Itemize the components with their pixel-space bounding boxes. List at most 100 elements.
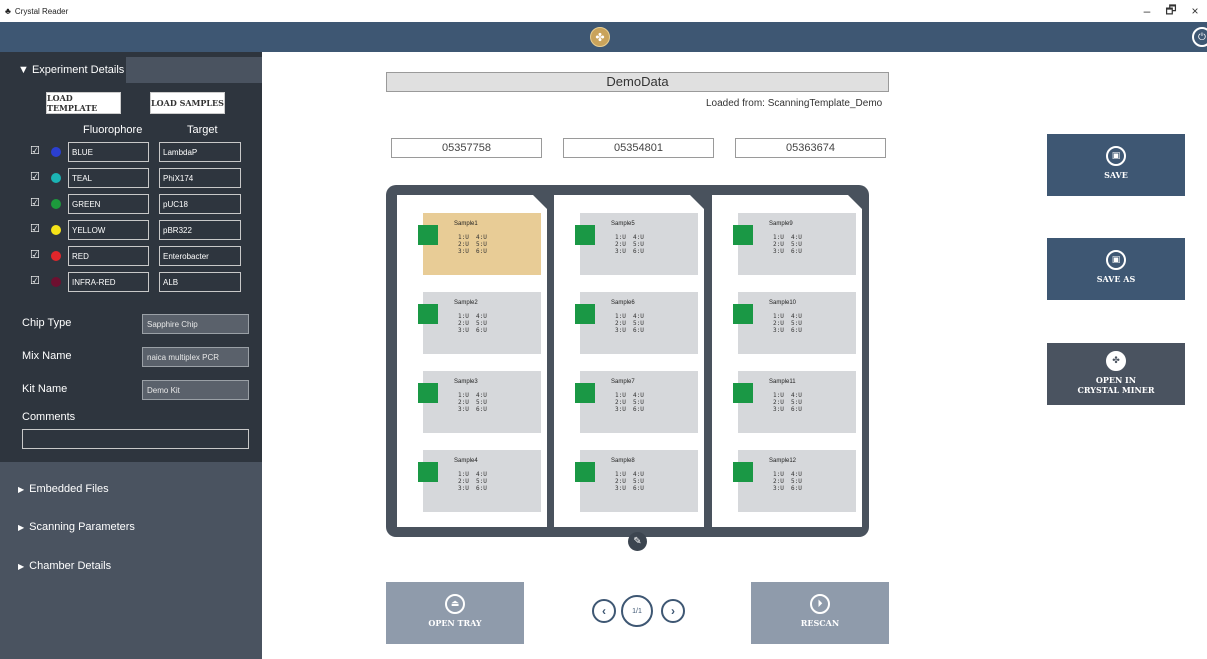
sample-chamber-card[interactable]: Sample2 1:U 4:U 2:U 5:U 3:U 6:U bbox=[423, 292, 541, 354]
fluorophore-color-dot bbox=[51, 225, 61, 235]
chamber-cell-list: 1:U 4:U 2:U 5:U 3:U 6:U bbox=[615, 234, 644, 255]
sample-chamber-card[interactable]: Sample3 1:U 4:U 2:U 5:U 3:U 6:U bbox=[423, 371, 541, 433]
chip-type-field[interactable]: Sapphire Chip bbox=[142, 314, 249, 334]
chip-id-field[interactable]: 05354801 bbox=[563, 138, 714, 158]
edit-pen-icon[interactable]: ✎ bbox=[628, 532, 647, 551]
save-as-button[interactable]: ▣ SAVE AS bbox=[1047, 238, 1185, 300]
fluorophore-name-field[interactable]: BLUE bbox=[68, 142, 149, 162]
section-chamber-details[interactable]: ▶ Chamber Details bbox=[18, 560, 111, 572]
chamber-status-square bbox=[733, 462, 753, 482]
kit-name-label: Kit Name bbox=[22, 383, 68, 395]
sample-chamber-card[interactable]: Sample7 1:U 4:U 2:U 5:U 3:U 6:U bbox=[580, 371, 698, 433]
save-as-label: SAVE AS bbox=[1096, 274, 1136, 284]
fluorophore-row: ☑ INFRA-RED ALB bbox=[0, 272, 262, 292]
chamber-status-square bbox=[418, 383, 438, 403]
sample-chamber-card[interactable]: Sample12 1:U 4:U 2:U 5:U 3:U 6:U bbox=[738, 450, 856, 512]
load-samples-button[interactable]: LOAD SAMPLES bbox=[150, 92, 225, 114]
chip-id-field[interactable]: 05363674 bbox=[735, 138, 886, 158]
chamber-status-square bbox=[575, 225, 595, 245]
sample-name: Sample3 bbox=[454, 379, 478, 385]
open-in-crystal-miner-button[interactable]: ✤ OPEN IN CRYSTAL MINER bbox=[1047, 343, 1185, 405]
sample-name: Sample10 bbox=[769, 300, 797, 306]
target-field[interactable]: pBR322 bbox=[159, 220, 241, 240]
chip-2[interactable]: Sample5 1:U 4:U 2:U 5:U 3:U 6:U Sample6 1:U… bbox=[554, 195, 704, 527]
tab-strip-filler bbox=[126, 57, 262, 83]
maximize-button[interactable]: 🗗 bbox=[1159, 0, 1183, 22]
chamber-status-square bbox=[733, 304, 753, 324]
comments-field[interactable] bbox=[22, 429, 249, 449]
top-bar: ✤ ⏻ bbox=[0, 22, 1207, 52]
chevron-right-icon: ▶ bbox=[18, 561, 25, 571]
chamber-status-square bbox=[418, 225, 438, 245]
target-field[interactable]: PhiX174 bbox=[159, 168, 241, 188]
prev-page-button[interactable]: ‹ bbox=[592, 599, 616, 623]
chamber-cell-list: 1:U 4:U 2:U 5:U 3:U 6:U bbox=[458, 313, 487, 334]
fluorophore-color-dot bbox=[51, 251, 61, 261]
fluorophore-name-field[interactable]: YELLOW bbox=[68, 220, 149, 240]
sample-chamber-card[interactable]: Sample1 1:U 4:U 2:U 5:U 3:U 6:U bbox=[423, 213, 541, 275]
fluorophore-name-field[interactable]: INFRA-RED bbox=[68, 272, 149, 292]
target-field[interactable]: LambdaP bbox=[159, 142, 241, 162]
fluorophore-name-field[interactable]: RED bbox=[68, 246, 149, 266]
fluorophore-name-field[interactable]: TEAL bbox=[68, 168, 149, 188]
sample-name: Sample12 bbox=[769, 458, 797, 464]
sample-chamber-card[interactable]: Sample5 1:U 4:U 2:U 5:U 3:U 6:U bbox=[580, 213, 698, 275]
sample-chamber-card[interactable]: Sample8 1:U 4:U 2:U 5:U 3:U 6:U bbox=[580, 450, 698, 512]
chevron-right-icon: ▶ bbox=[18, 522, 25, 532]
save-label: SAVE bbox=[1104, 170, 1128, 180]
next-page-button[interactable]: › bbox=[661, 599, 685, 623]
rescan-button[interactable]: ⏵ RESCAN bbox=[751, 582, 889, 644]
sample-chamber-card[interactable]: Sample9 1:U 4:U 2:U 5:U 3:U 6:U bbox=[738, 213, 856, 275]
sample-name: Sample7 bbox=[611, 379, 635, 385]
sample-chamber-card[interactable]: Sample4 1:U 4:U 2:U 5:U 3:U 6:U bbox=[423, 450, 541, 512]
crystal-miner-label: CRYSTAL MINER bbox=[1077, 385, 1155, 395]
sample-name: Sample4 bbox=[454, 458, 478, 464]
chamber-cell-list: 1:U 4:U 2:U 5:U 3:U 6:U bbox=[458, 234, 487, 255]
checkbox[interactable]: ☑ bbox=[30, 196, 40, 209]
save-button[interactable]: ▣ SAVE bbox=[1047, 134, 1185, 196]
fluorophore-row: ☑ RED Enterobacter bbox=[0, 246, 262, 266]
chamber-status-square bbox=[575, 304, 595, 324]
chamber-status-square bbox=[418, 462, 438, 482]
open-tray-label: OPEN TRAY bbox=[428, 618, 482, 628]
fluorophore-color-dot bbox=[51, 277, 61, 287]
crystal-logo-icon: ✤ bbox=[590, 27, 610, 47]
section-embedded-files[interactable]: ▶ Embedded Files bbox=[18, 483, 109, 495]
rescan-label: RESCAN bbox=[800, 618, 840, 628]
fluorophore-name-field[interactable]: GREEN bbox=[68, 194, 149, 214]
minimize-button[interactable]: – bbox=[1135, 0, 1159, 22]
chip-1[interactable]: Sample1 1:U 4:U 2:U 5:U 3:U 6:U Sample2 1:U… bbox=[397, 195, 547, 527]
target-field[interactable]: Enterobacter bbox=[159, 246, 241, 266]
checkbox[interactable]: ☑ bbox=[30, 274, 40, 287]
target-field[interactable]: pUC18 bbox=[159, 194, 241, 214]
sample-name: Sample2 bbox=[454, 300, 478, 306]
sample-chamber-card[interactable]: Sample6 1:U 4:U 2:U 5:U 3:U 6:U bbox=[580, 292, 698, 354]
checkbox[interactable]: ☑ bbox=[30, 248, 40, 261]
chamber-cell-list: 1:U 4:U 2:U 5:U 3:U 6:U bbox=[773, 471, 802, 492]
chamber-cell-list: 1:U 4:U 2:U 5:U 3:U 6:U bbox=[773, 313, 802, 334]
chip-3[interactable]: Sample9 1:U 4:U 2:U 5:U 3:U 6:U Sample10 1:… bbox=[712, 195, 862, 527]
checkbox[interactable]: ☑ bbox=[30, 144, 40, 157]
load-template-button[interactable]: LOAD TEMPLATE bbox=[46, 92, 121, 114]
crystal-miner-icon: ✤ bbox=[1106, 351, 1126, 371]
section-scanning-parameters[interactable]: ▶ Scanning Parameters bbox=[18, 521, 135, 533]
section-label: Chamber Details bbox=[29, 560, 112, 572]
sample-name: Sample6 bbox=[611, 300, 635, 306]
open-tray-button[interactable]: ⏏ OPEN TRAY bbox=[386, 582, 524, 644]
sample-chamber-card[interactable]: Sample10 1:U 4:U 2:U 5:U 3:U 6:U bbox=[738, 292, 856, 354]
chip-tray: Sample1 1:U 4:U 2:U 5:U 3:U 6:U Sample2 1:U… bbox=[386, 185, 869, 537]
sample-chamber-card[interactable]: Sample11 1:U 4:U 2:U 5:U 3:U 6:U bbox=[738, 371, 856, 433]
checkbox[interactable]: ☑ bbox=[30, 170, 40, 183]
experiment-details-panel: ▼ Experiment Details LOAD TEMPLATE LOAD … bbox=[0, 52, 262, 462]
chip-id-field[interactable]: 05357758 bbox=[391, 138, 542, 158]
power-icon[interactable]: ⏻ bbox=[1192, 27, 1207, 47]
experiment-details-tab[interactable]: ▼ Experiment Details bbox=[8, 57, 126, 83]
mix-name-field[interactable]: naica multiplex PCR bbox=[142, 347, 249, 367]
target-field[interactable]: ALB bbox=[159, 272, 241, 292]
crystal-icon: ♣ bbox=[5, 6, 11, 16]
checkbox[interactable]: ☑ bbox=[30, 222, 40, 235]
chamber-cell-list: 1:U 4:U 2:U 5:U 3:U 6:U bbox=[458, 471, 487, 492]
close-button[interactable]: × bbox=[1183, 0, 1207, 22]
chamber-cell-list: 1:U 4:U 2:U 5:U 3:U 6:U bbox=[773, 392, 802, 413]
kit-name-field[interactable]: Demo Kit bbox=[142, 380, 249, 400]
